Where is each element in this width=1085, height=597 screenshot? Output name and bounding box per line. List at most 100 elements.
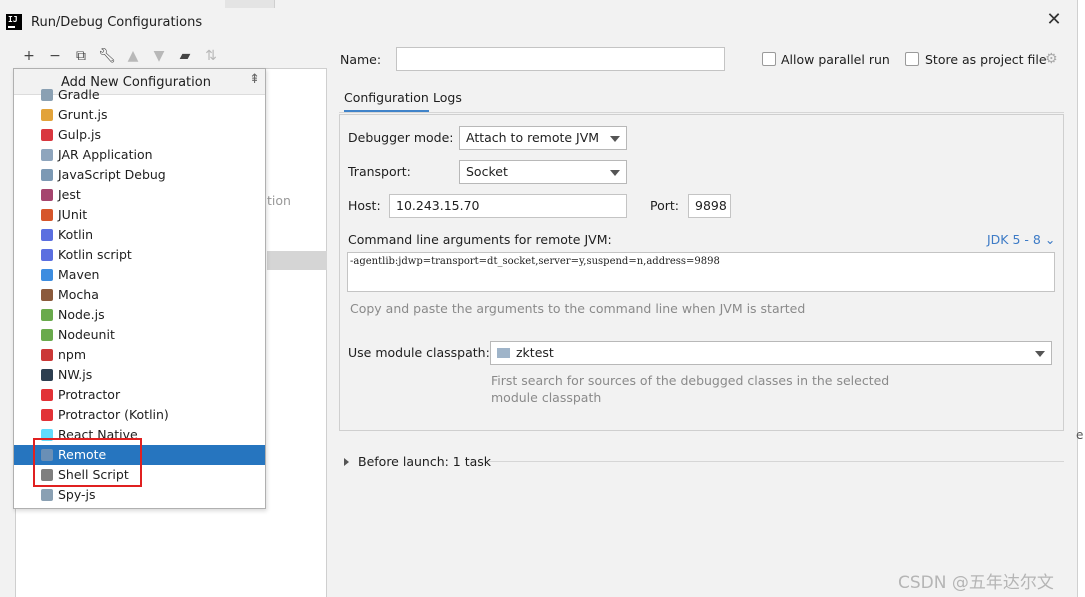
- gulp-icon: [41, 129, 53, 141]
- config-type-label: JAR Application: [58, 147, 153, 162]
- config-type-item[interactable]: Gulp.js: [14, 125, 265, 145]
- background-window-strip: [225, 0, 275, 8]
- npm-icon: [41, 349, 53, 361]
- host-input[interactable]: 10.243.15.70: [389, 194, 627, 218]
- transport-label: Transport:: [348, 164, 411, 179]
- debugger-mode-value: Attach to remote JVM: [466, 130, 600, 145]
- config-type-item[interactable]: Jest: [14, 185, 265, 205]
- store-project-checkbox[interactable]: [905, 52, 919, 66]
- config-type-item[interactable]: Grunt.js: [14, 105, 265, 125]
- chevron-down-icon: ⌄: [1044, 232, 1056, 247]
- config-type-label: Nodeunit: [58, 327, 115, 342]
- config-type-label: Grunt.js: [58, 107, 108, 122]
- protractor-icon: [41, 389, 53, 401]
- config-type-item[interactable]: Protractor: [14, 385, 265, 405]
- spyjs-icon: [41, 489, 53, 501]
- junit-icon: [41, 209, 53, 221]
- config-type-item[interactable]: Kotlin: [14, 225, 265, 245]
- config-type-item[interactable]: JavaScript Debug: [14, 165, 265, 185]
- kotlin-script-icon: [41, 249, 53, 261]
- config-type-label: Mocha: [58, 287, 99, 302]
- config-type-label: Kotlin script: [58, 247, 132, 262]
- config-type-item[interactable]: Node.js: [14, 305, 265, 325]
- module-classpath-select[interactable]: zktest: [490, 341, 1052, 365]
- config-type-item[interactable]: Protractor (Kotlin): [14, 405, 265, 425]
- name-input[interactable]: [396, 47, 725, 71]
- nodejs-icon: [41, 309, 53, 321]
- config-type-label: JavaScript Debug: [58, 167, 166, 182]
- config-type-label: Maven: [58, 267, 100, 282]
- cmd-args-label: Command line arguments for remote JVM:: [348, 232, 612, 247]
- tree-selected-row[interactable]: [267, 251, 327, 270]
- tab-divider: [339, 112, 1064, 113]
- config-type-item[interactable]: Maven: [14, 265, 265, 285]
- config-type-label: npm: [58, 347, 87, 362]
- config-type-item[interactable]: npm: [14, 345, 265, 365]
- before-launch-label: Before launch: 1 task: [358, 454, 492, 469]
- nodeunit-icon: [41, 329, 53, 341]
- jdk-version-link[interactable]: JDK 5 - 8 ⌄: [987, 232, 1055, 247]
- name-label: Name:: [340, 52, 382, 67]
- config-type-label: Kotlin: [58, 227, 93, 242]
- module-folder-icon: [497, 348, 510, 358]
- wrench-icon[interactable]: 🔧︎: [94, 45, 120, 67]
- debugger-mode-select[interactable]: Attach to remote JVM: [459, 126, 627, 150]
- move-up-icon[interactable]: ▲: [120, 45, 146, 67]
- grunt-icon: [41, 109, 53, 121]
- cmd-args-textarea[interactable]: -agentlib:jdwp=transport=dt_socket,serve…: [347, 252, 1055, 292]
- config-type-item[interactable]: Mocha: [14, 285, 265, 305]
- before-launch-toggle[interactable]: Before launch: 1 task: [344, 454, 491, 469]
- config-type-item[interactable]: JUnit: [14, 205, 265, 225]
- sort-icon[interactable]: ⇅: [198, 45, 224, 67]
- remove-icon[interactable]: −: [42, 45, 68, 67]
- config-type-label: JUnit: [58, 207, 88, 222]
- port-label: Port:: [650, 198, 679, 213]
- adjacent-window-edge: [1077, 0, 1085, 597]
- edge-text: e: [1076, 428, 1084, 442]
- config-type-item[interactable]: Gradle: [14, 85, 265, 105]
- tab-configuration[interactable]: Configuration: [344, 89, 429, 113]
- gear-icon[interactable]: ⚙: [1045, 51, 1058, 67]
- jar-icon: [41, 149, 53, 161]
- port-input[interactable]: 9898: [688, 194, 731, 218]
- chevron-down-icon: [1035, 351, 1045, 357]
- module-hint-line-2: module classpath: [491, 390, 602, 405]
- config-type-item[interactable]: Spy-js: [14, 485, 265, 505]
- expand-arrow-icon: [344, 458, 349, 466]
- store-project-label: Store as project file: [925, 52, 1047, 67]
- maven-icon: [41, 269, 53, 281]
- title-bar: IJ Run/Debug Configurations ✕: [0, 0, 1085, 44]
- cmd-args-hint: Copy and paste the arguments to the comm…: [350, 301, 806, 316]
- module-classpath-value: zktest: [516, 345, 554, 360]
- tab-logs[interactable]: Logs: [433, 89, 462, 113]
- folder-add-icon[interactable]: ▰: [172, 45, 198, 67]
- config-toolbar: + − ⧉ 🔧︎ ▲ ▼ ▰ ⇅: [16, 45, 224, 67]
- config-type-item[interactable]: JAR Application: [14, 145, 265, 165]
- add-icon[interactable]: +: [16, 45, 42, 67]
- module-hint-line-1: First search for sources of the debugged…: [491, 373, 890, 388]
- host-label: Host:: [348, 198, 381, 213]
- config-type-item[interactable]: NW.js: [14, 365, 265, 385]
- config-type-item[interactable]: Nodeunit: [14, 325, 265, 345]
- config-type-label: Node.js: [58, 307, 105, 322]
- config-type-item[interactable]: Kotlin script: [14, 245, 265, 265]
- allow-parallel-label: Allow parallel run: [781, 52, 890, 67]
- mocha-icon: [41, 289, 53, 301]
- module-classpath-label: Use module classpath:: [348, 345, 490, 360]
- hidden-tree-text: tion: [267, 193, 291, 208]
- jdk-version-text: JDK 5 - 8: [987, 232, 1041, 247]
- highlight-annotation-box: [33, 438, 142, 487]
- kotlin-icon: [41, 229, 53, 241]
- move-down-icon[interactable]: ▼: [146, 45, 172, 67]
- window-title: Run/Debug Configurations: [31, 15, 203, 30]
- gradle-icon: [41, 89, 53, 101]
- allow-parallel-checkbox[interactable]: [762, 52, 776, 66]
- copy-icon[interactable]: ⧉: [68, 45, 94, 67]
- close-icon[interactable]: ✕: [1044, 10, 1064, 30]
- debugger-mode-label: Debugger mode:: [348, 130, 454, 145]
- config-type-label: Protractor: [58, 387, 121, 402]
- transport-value: Socket: [466, 164, 508, 179]
- js-debug-icon: [41, 169, 53, 181]
- config-type-label: Spy-js: [58, 487, 96, 502]
- transport-select[interactable]: Socket: [459, 160, 627, 184]
